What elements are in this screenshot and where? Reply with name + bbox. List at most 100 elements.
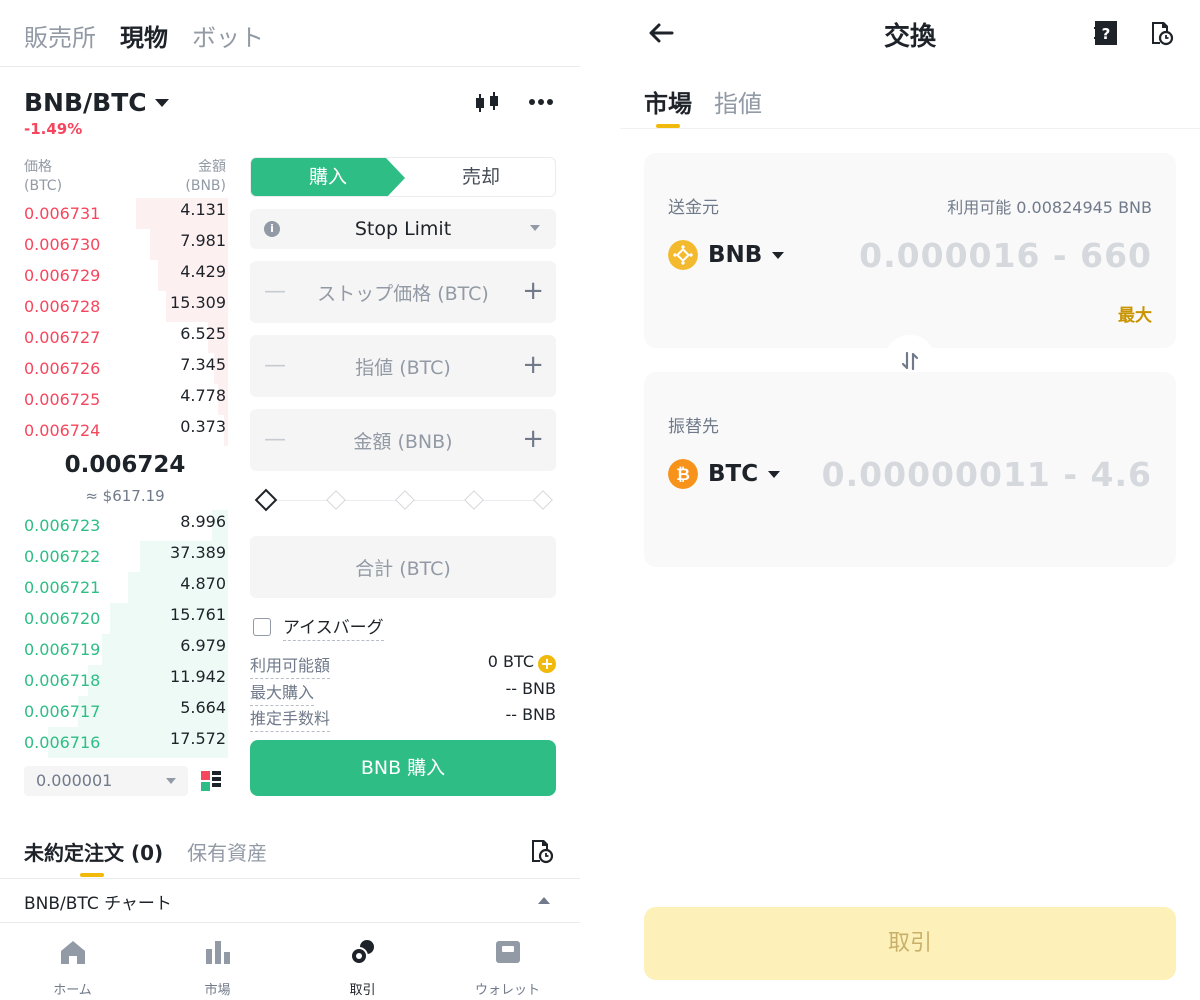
tab-open-orders[interactable]: 未約定注文 (0) [24, 837, 163, 866]
to-card: 振替先 ₿ BTC 0.00000011 - 4.6 [644, 372, 1176, 567]
bid-row[interactable]: 0.006721 4.870 [24, 572, 228, 603]
ask-row[interactable]: 0.006726 7.345 [24, 353, 228, 384]
ask-row[interactable]: 0.006725 4.778 [24, 384, 228, 415]
pair-name: BNB/BTC [24, 88, 147, 117]
price-change: -1.49% [24, 120, 83, 138]
bid-row[interactable]: 0.006717 5.664 [24, 696, 228, 727]
more-icon[interactable] [528, 98, 554, 106]
bid-row[interactable]: 0.006718 11.942 [24, 665, 228, 696]
caret-down-icon [530, 225, 540, 231]
nav-trade[interactable]: 取引 [290, 923, 435, 1000]
to-label: 振替先 [668, 417, 719, 437]
order-type-select[interactable]: i Stop Limit [250, 209, 556, 249]
slider-step[interactable] [395, 490, 415, 510]
bar-chart-icon [205, 941, 230, 964]
orderbook-price-header: 価格 (BTC) [24, 159, 63, 194]
divider [0, 878, 580, 879]
nav-markets[interactable]: 市場 [145, 923, 290, 1000]
ask-row[interactable]: 0.006731 4.131 [24, 198, 228, 229]
add-funds-icon[interactable]: + [538, 655, 556, 673]
to-coin-selector[interactable]: ₿ BTC [668, 459, 781, 489]
last-price: 0.006724 [64, 452, 186, 478]
iceberg-option[interactable]: アイスバーグ [253, 613, 384, 641]
iceberg-checkbox[interactable] [253, 618, 271, 636]
max-button[interactable]: 最大 [1118, 301, 1152, 326]
slider-handle[interactable] [254, 488, 278, 512]
last-price-fiat: ≈ $617.19 [85, 487, 165, 505]
ask-row[interactable]: 0.006729 4.429 [24, 260, 228, 291]
caret-down-icon [166, 778, 176, 784]
nav-home[interactable]: ホーム [0, 923, 145, 1000]
trade-icon [349, 940, 374, 965]
svg-text:₿: ₿ [676, 465, 690, 485]
slider-step[interactable] [464, 490, 484, 510]
tab-buy[interactable]: 購入 [251, 158, 405, 196]
trade-button[interactable]: 取引 [644, 907, 1176, 980]
buy-bnb-button[interactable]: BNB 購入 [250, 740, 556, 796]
help-document-icon[interactable]: ? [1094, 20, 1118, 46]
bid-row[interactable]: 0.006722 37.389 [24, 541, 228, 572]
convert-panel: 交換 ? 市場 指値 送金元 利用可能 0.00824945 BNB BNB 0… [620, 0, 1200, 1000]
limit-price-input[interactable]: — 指値 (BTC) + [250, 335, 556, 397]
chevron-up-icon[interactable] [538, 897, 550, 904]
stop-price-input[interactable]: — ストップ価格 (BTC) + [250, 261, 556, 323]
bid-row[interactable]: 0.006720 15.761 [24, 603, 228, 634]
swap-arrows-icon [901, 351, 919, 371]
ask-row[interactable]: 0.006730 7.981 [24, 229, 228, 260]
slider-step[interactable] [326, 490, 346, 510]
total-input[interactable]: 合計 (BTC) [250, 536, 556, 598]
caret-down-icon [772, 251, 785, 259]
caret-down-icon [768, 470, 781, 478]
ask-row[interactable]: 0.006727 6.525 [24, 322, 228, 353]
from-coin-selector[interactable]: BNB [668, 240, 785, 270]
from-card: 送金元 利用可能 0.00824945 BNB BNB 0.000016 - 6… [644, 153, 1176, 348]
wallet-icon [495, 941, 520, 963]
btc-coin-icon: ₿ [668, 459, 698, 489]
bnb-coin-icon [668, 240, 698, 270]
plus-icon[interactable]: + [522, 350, 544, 380]
order-history-icon[interactable] [1148, 20, 1174, 46]
ask-row[interactable]: 0.006724 0.373 [24, 415, 228, 446]
plus-icon[interactable]: + [522, 424, 544, 454]
tab-spot[interactable]: 現物 [120, 18, 168, 53]
tab-sell[interactable]: 売却 [405, 158, 555, 196]
from-amount-input[interactable]: 0.000016 - 660 [859, 236, 1152, 275]
bottom-nav: ホーム 市場 取引 ウォレット [0, 923, 580, 1000]
slider-step[interactable] [533, 490, 553, 510]
bid-row[interactable]: 0.006723 8.996 [24, 510, 228, 541]
bid-row[interactable]: 0.006719 6.979 [24, 634, 228, 665]
tab-market[interactable]: 市場 [644, 84, 692, 119]
precision-select[interactable]: 0.000001 [24, 766, 188, 796]
bid-row[interactable]: 0.006716 17.572 [24, 727, 228, 758]
tab-broker[interactable]: 販売所 [24, 18, 96, 53]
orderbook-layout-icon[interactable] [200, 770, 222, 792]
svg-text:?: ? [1102, 25, 1111, 43]
plus-icon[interactable]: + [522, 276, 544, 306]
buy-sell-toggle: 購入 売却 [250, 157, 556, 197]
top-tabs: 販売所 現物 ボット [24, 18, 264, 53]
divider [620, 128, 1200, 129]
tab-limit[interactable]: 指値 [714, 84, 762, 119]
candlestick-chart-icon[interactable] [474, 90, 502, 114]
ask-row[interactable]: 0.006728 15.309 [24, 291, 228, 322]
amount-slider[interactable] [254, 488, 553, 512]
tab-holdings[interactable]: 保有資産 [187, 837, 267, 866]
chart-toggle[interactable]: BNB/BTC チャート [24, 889, 172, 914]
amount-input[interactable]: — 金額 (BNB) + [250, 409, 556, 471]
caret-down-icon [154, 98, 169, 107]
iceberg-label: アイスバーグ [283, 613, 384, 641]
nav-wallet[interactable]: ウォレット [435, 923, 580, 1000]
tab-bot[interactable]: ボット [192, 18, 264, 53]
divider [0, 66, 580, 67]
from-label: 送金元 [668, 198, 719, 218]
orders-tabs: 未約定注文 (0) 保有資産 [24, 837, 267, 866]
available-amount: 利用可能 0.00824945 BNB [947, 198, 1152, 217]
order-history-icon[interactable] [528, 838, 554, 864]
pair-selector[interactable]: BNB/BTC [24, 88, 169, 117]
tab-underline [80, 873, 104, 877]
orderbook-qty-header: 金額 (BNB) [185, 159, 226, 194]
spot-trade-panel: 販売所 現物 ボット BNB/BTC -1.49% 価格 (BTC) 金額 (B… [0, 0, 580, 1000]
convert-tabs: 市場 指値 [644, 84, 762, 119]
home-icon [60, 941, 85, 964]
to-amount-input[interactable]: 0.00000011 - 4.6 [822, 455, 1152, 494]
